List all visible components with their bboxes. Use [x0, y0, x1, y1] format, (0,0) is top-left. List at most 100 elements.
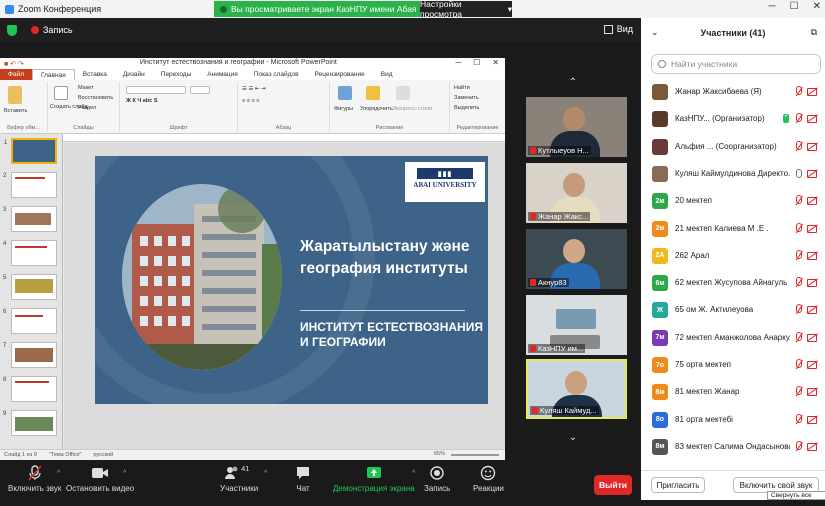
new-slide-icon[interactable]	[54, 86, 68, 100]
reset-label[interactable]: Восстановить	[78, 95, 113, 101]
reactions-button[interactable]: Реакции	[473, 465, 504, 493]
mic-muted-icon	[530, 147, 536, 154]
ppt-tab-view[interactable]: Вид	[373, 71, 401, 78]
thumbnail-slide[interactable]: 9	[3, 410, 57, 436]
arrange-label[interactable]: Упорядочить	[360, 106, 393, 112]
maximize-icon[interactable]: ☐	[790, 1, 799, 12]
participant-row[interactable]: 7о 75 орта мектеп	[641, 354, 825, 376]
thumbnail-slide[interactable]: 6	[3, 308, 57, 334]
ppt-window-controls: ─ ☐ ✕	[455, 58, 499, 67]
ppt-tab-file[interactable]: Файл	[0, 69, 32, 80]
audio-options-caret[interactable]: ^	[57, 470, 60, 477]
thumbnail-slide[interactable]: 4	[3, 240, 57, 266]
logo-mark: ▮▮▮	[417, 168, 473, 179]
minimize-icon[interactable]: ─	[769, 1, 776, 12]
participants-panel: ⌄ Участники (41) ⧉ Найти участника Жанар…	[641, 18, 825, 506]
participant-row[interactable]: 7м 72 мектеп Аманжолова Анарку...	[641, 327, 825, 349]
participant-row[interactable]: Куляш Каймулдинова Директо...	[641, 163, 825, 185]
select-label[interactable]: Выделить	[454, 105, 479, 111]
video-tile[interactable]: Кутлыеуов Н...	[526, 97, 627, 157]
quick-styles-label[interactable]: Экспресс-стили	[392, 106, 432, 112]
view-button[interactable]: Вид	[603, 24, 633, 34]
thumbnail-slide[interactable]: 3	[3, 206, 57, 232]
view-options-button[interactable]: Настройки просмотра ▾	[420, 0, 512, 19]
arrange-icon[interactable]	[366, 86, 380, 100]
close-icon[interactable]: ✕	[813, 1, 821, 12]
video-tile[interactable]: КазНПУ им...	[526, 295, 627, 355]
participant-status	[794, 195, 817, 206]
ppt-tab-insert[interactable]: Вставка	[75, 71, 115, 78]
ppt-tab-design[interactable]: Дизайн	[115, 71, 153, 78]
participant-row[interactable]: Жанар Жаксибаева (Я)	[641, 81, 825, 103]
font-size-field[interactable]	[190, 86, 210, 94]
audio-button[interactable]: Включить звук	[8, 465, 61, 493]
thumbnail-slide[interactable]: 2	[3, 172, 57, 198]
invite-button[interactable]: Пригласить	[651, 477, 705, 493]
participant-row[interactable]: 8м 81 мектеп Жанар	[641, 381, 825, 403]
chevron-up-icon[interactable]: ⌃	[566, 77, 580, 91]
shapes-icon[interactable]	[338, 86, 352, 100]
thumbnail-number: 7	[3, 343, 7, 349]
participant-row[interactable]: 6м 62 мектеп Жусупова Айнагуль	[641, 272, 825, 294]
paste-icon[interactable]	[8, 86, 22, 104]
collapse-chevron-icon[interactable]: ⌄	[651, 27, 659, 38]
participant-row[interactable]: 8м 83 мектеп Салима Ондасынова	[641, 436, 825, 458]
participants-button[interactable]: 41 Участники	[220, 464, 258, 493]
video-tile-active-speaker[interactable]: Куляш Каймуд...	[526, 359, 627, 419]
participant-row[interactable]: 2А 262 Арал	[641, 245, 825, 267]
ppt-tab-slideshow[interactable]: Показ слайдов	[246, 71, 307, 78]
participant-search-input[interactable]: Найти участника	[651, 54, 821, 74]
participant-name: 81 орта мектебі	[675, 414, 733, 424]
chevron-down-icon[interactable]: ⌄	[566, 432, 580, 446]
shapes-label[interactable]: Фигуры	[334, 106, 353, 112]
quick-styles-icon[interactable]	[396, 86, 410, 100]
meeting-topbar: Запись Вид	[0, 18, 641, 42]
zoom-slider[interactable]	[451, 454, 499, 456]
video-tile[interactable]: Жанар Жакс...	[526, 163, 627, 223]
chat-button[interactable]: Чат	[296, 465, 310, 493]
participant-name: 65 ом Ж. Актилеуова	[675, 305, 754, 315]
avatar: 2А	[652, 247, 668, 264]
font-name-field[interactable]	[126, 86, 186, 94]
list-icons[interactable]: ☰ ☰ ⇤ ⇥	[242, 86, 266, 92]
video-tile[interactable]: Акнур83	[526, 229, 627, 289]
person-head	[563, 239, 585, 263]
thumbnail-number: 9	[3, 411, 7, 417]
participant-row[interactable]: Ж 65 ом Ж. Актилеуова	[641, 299, 825, 321]
section-label[interactable]: Раздел	[78, 105, 96, 111]
ppt-tab-review[interactable]: Рецензирование	[307, 71, 373, 78]
participant-row[interactable]: КазНПУ... (Организатор) •	[641, 108, 825, 130]
ppt-tab-transitions[interactable]: Переходы	[153, 71, 200, 78]
share-screen-button[interactable]: Демонстрация экрана	[333, 465, 415, 493]
avatar: 2м	[652, 193, 668, 210]
find-label[interactable]: Найти	[454, 85, 470, 91]
ppt-tab-home[interactable]: Главная	[31, 69, 75, 80]
thumbnail-slide[interactable]: 5	[3, 274, 57, 300]
video-off-icon	[807, 361, 817, 369]
thumbnail-slide[interactable]: 1	[4, 138, 57, 164]
leave-button[interactable]: Выйти	[594, 475, 632, 495]
thumbnail-slide[interactable]: 8	[3, 376, 57, 402]
font-format-icons[interactable]: Ж К Ч abc S	[126, 98, 157, 104]
paste-label[interactable]: Вставить	[4, 108, 27, 114]
participants-options-caret[interactable]: ^	[264, 470, 267, 477]
security-shield-icon[interactable]	[7, 24, 17, 36]
participant-row[interactable]: Альфия ... (Соорганизатор)	[641, 136, 825, 158]
layout-label[interactable]: Макет	[78, 85, 94, 91]
thumbnail-number: 8	[3, 377, 7, 383]
replace-label[interactable]: Заменить	[454, 95, 479, 101]
video-options-caret[interactable]: ^	[123, 470, 126, 477]
participant-row[interactable]: 8о 81 орта мектебі	[641, 409, 825, 431]
thumbnail-slide[interactable]: 7	[3, 342, 57, 368]
current-slide[interactable]: ▮▮▮ ABAI UNIVERSITY Жаратылыстану және г…	[95, 156, 488, 404]
participant-row[interactable]: 2м 20 мектеп	[641, 190, 825, 212]
participant-row[interactable]: 2м 21 мектеп Калиева М .Е .	[641, 218, 825, 240]
font-group-label: Шрифт	[169, 125, 188, 131]
align-icons[interactable]: ≡ ≡ ≡ ≡	[242, 98, 259, 104]
video-name: КазНПУ им...	[538, 344, 584, 353]
video-name: Акнур83	[538, 278, 567, 287]
ppt-tab-animation[interactable]: Анимация	[199, 71, 246, 78]
record-button[interactable]: Запись	[424, 465, 450, 493]
share-options-caret[interactable]: ^	[412, 470, 415, 477]
popout-icon[interactable]: ⧉	[811, 27, 817, 38]
